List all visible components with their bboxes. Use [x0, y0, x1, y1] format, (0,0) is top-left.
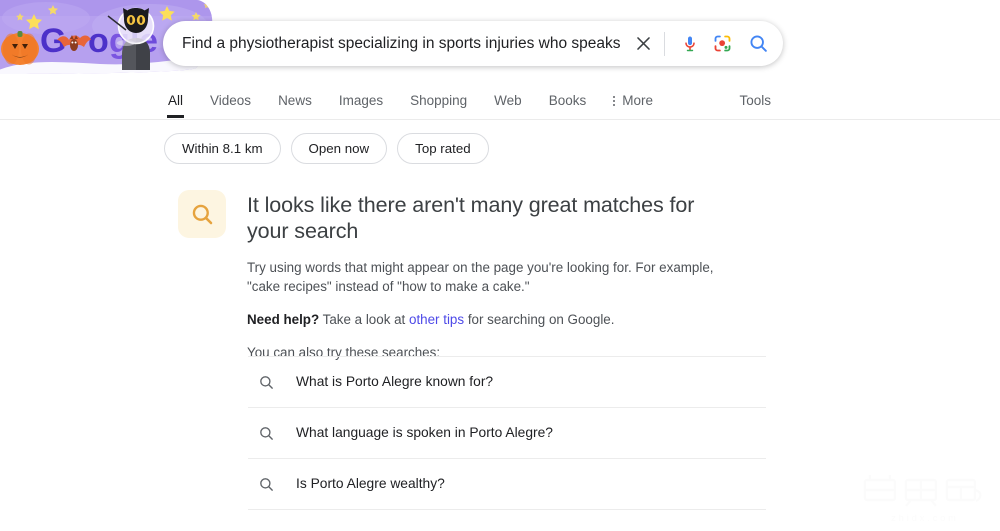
tools-button[interactable]: Tools — [739, 93, 771, 109]
tab-images[interactable]: Images — [339, 84, 383, 109]
watermark-url: zhidx.com — [891, 513, 959, 523]
search-divider — [664, 31, 665, 56]
tab-books[interactable]: Books — [549, 84, 587, 109]
close-icon[interactable] — [628, 34, 658, 53]
no-results-block: It looks like there aren't many great ma… — [178, 190, 778, 362]
microphone-icon[interactable] — [675, 34, 705, 54]
search-tip-text: Try using words that might appear on the… — [247, 260, 714, 294]
search-input[interactable] — [163, 22, 628, 65]
search-icon — [248, 425, 296, 442]
need-help-text: Need help? Take a look at other tips for… — [247, 310, 731, 329]
svg-text:o: o — [88, 22, 109, 60]
tab-videos[interactable]: Videos — [210, 84, 251, 109]
search-icon — [248, 476, 296, 493]
search-nav-bar: All Videos News Images Shopping Web Book… — [0, 84, 1000, 120]
chip-open-now[interactable]: Open now — [290, 133, 388, 164]
list-item[interactable]: What is Porto Alegre known for? — [248, 357, 766, 408]
search-submit-icon[interactable] — [739, 33, 777, 54]
google-lens-icon[interactable] — [705, 33, 739, 54]
watermark-logo-icon — [863, 475, 982, 507]
search-icon — [248, 374, 296, 391]
suggestion-label: What is Porto Alegre known for? — [296, 374, 494, 389]
chip-top-rated[interactable]: Top rated — [397, 133, 489, 164]
tab-web[interactable]: Web — [494, 84, 522, 109]
need-help-label: Need help? — [247, 312, 320, 327]
more-menu-button[interactable]: More — [613, 84, 653, 109]
suggested-searches-list: What is Porto Alegre known for? What lan… — [248, 356, 766, 510]
page-title: It looks like there aren't many great ma… — [247, 193, 695, 243]
search-bar[interactable] — [163, 21, 783, 66]
suggestion-label: Is Porto Alegre wealthy? — [296, 476, 445, 491]
list-item[interactable]: Is Porto Alegre wealthy? — [248, 459, 766, 510]
no-results-header: It looks like there aren't many great ma… — [178, 190, 778, 244]
suggestion-label: What language is spoken in Porto Alegre? — [296, 425, 553, 440]
other-tips-link[interactable]: other tips — [409, 312, 464, 327]
no-results-body: Try using words that might appear on the… — [247, 244, 778, 362]
need-help-middle: Take a look at — [319, 312, 409, 327]
filter-chips: Within 8.1 km Open now Top rated — [164, 133, 489, 164]
search-icon — [178, 190, 226, 238]
search-tabs: All Videos News Images Shopping Web Book… — [166, 84, 680, 120]
need-help-suffix: for searching on Google. — [464, 312, 615, 327]
jack-o-lantern-icon — [1, 31, 39, 65]
list-item[interactable]: What language is spoken in Porto Alegre? — [248, 408, 766, 459]
more-menu-label: More — [622, 93, 653, 108]
kebab-menu-icon — [613, 96, 616, 106]
watermark: zhidx.com — [862, 474, 988, 523]
tab-shopping[interactable]: Shopping — [410, 84, 467, 109]
google-search-results-page: G o g l e — [0, 0, 1000, 531]
tab-news[interactable]: News — [278, 84, 312, 109]
tab-all[interactable]: All — [166, 84, 185, 118]
chip-within-distance[interactable]: Within 8.1 km — [164, 133, 281, 164]
